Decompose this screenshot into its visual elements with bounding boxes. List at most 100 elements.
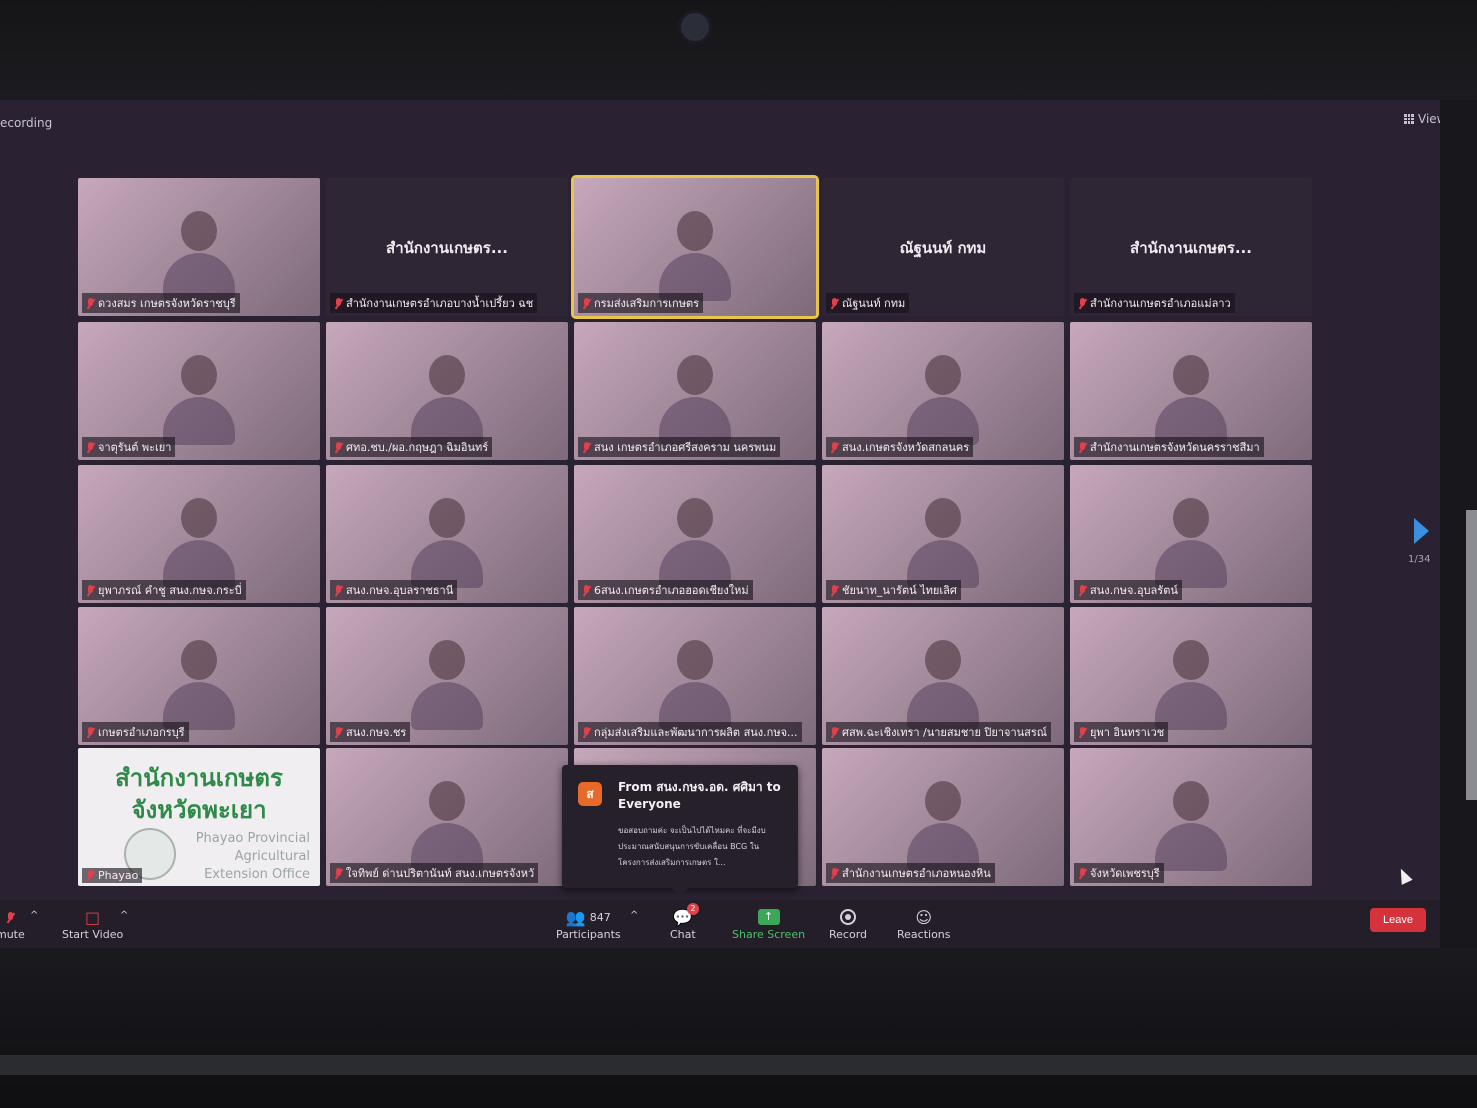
mic-muted-icon <box>86 584 95 596</box>
participant-tile[interactable]: สำนักงานเกษตร... สำนักงานเกษตรอำเภอแม่ลาว <box>1070 178 1312 316</box>
mic-muted-icon <box>830 726 839 738</box>
participant-name: กลุ่มส่งเสริมและพัฒนาการผลิต สนง.กษจ... <box>594 726 798 739</box>
audio-options-caret-icon[interactable]: ^ <box>30 910 38 921</box>
participant-tile[interactable]: สนง.กษจ.ชร <box>326 607 568 745</box>
participant-tile[interactable]: ยุพาภรณ์ คำชู สนง.กษจ.กระบี่ <box>78 465 320 603</box>
mic-muted-icon <box>830 584 839 596</box>
participant-name: จาตุรันต์ พะเยา <box>98 441 172 454</box>
mic-muted-icon <box>1078 867 1087 879</box>
participant-name-label: สำนักงานเกษตรอำเภอบางน้ำเปรี้ยว ฉช <box>330 293 538 313</box>
participant-name: ยุพาภรณ์ คำชู สนง.กษจ.กระบี่ <box>98 584 242 597</box>
participant-name-label: จาตุรันต์ พะเยา <box>82 437 176 457</box>
recording-indicator: ecording <box>0 116 53 130</box>
participant-tile[interactable]: สำนักงานเกษตร จังหวัดพะเยา Phayao Provinci… <box>78 748 320 886</box>
participant-name: สนง เกษตรอำเภอศรีสงคราม นครพนม <box>594 441 777 454</box>
mic-muted-icon <box>6 906 15 928</box>
participant-name: สำนักงานเกษตรจังหวัดนครราชสีมา <box>1090 441 1260 454</box>
participant-tile[interactable]: สำนักงานเกษตร... สำนักงานเกษตรอำเภอบางน้ำ… <box>326 178 568 316</box>
participant-video-frame <box>159 498 239 588</box>
reactions-smiley-icon: ☺ <box>915 907 933 927</box>
chat-notification-popup[interactable]: ส From สนง.กษจ.อด. ศศิมา to Everyone ขอส… <box>562 765 798 896</box>
participant-tile[interactable]: กรมส่งเสริมการเกษตร <box>571 175 819 319</box>
participant-tile[interactable]: ศทอ.ชบ./ผอ.กฤษฎา ฉิมอินทร์ <box>326 322 568 460</box>
chat-label: Chat <box>670 928 696 941</box>
view-button[interactable]: View <box>1404 112 1440 126</box>
participant-name-label: จังหวัดเพชรบุรี <box>1074 863 1164 883</box>
mic-muted-icon <box>334 867 343 879</box>
mic-muted-icon <box>334 441 343 453</box>
record-icon <box>840 909 856 925</box>
participant-video-frame <box>407 781 487 871</box>
participant-name-label: ดวงสมร เกษตรจังหวัดราชบุรี <box>82 293 240 313</box>
participant-name-label: ยุพา อินทราเวช <box>1074 722 1169 742</box>
participant-tile[interactable]: สนง.กษจ.อุบลรัตน์ <box>1070 465 1312 603</box>
chat-sender-avatar: ส <box>578 782 602 806</box>
start-video-button[interactable]: □ Start Video <box>62 906 123 942</box>
phayao-thai-title-line: จังหวัดพะเยา <box>131 796 267 824</box>
participant-tile[interactable]: ศสพ.ฉะเชิงเทรา /นายสมชาย ปิยาจานสรณ์ <box>822 607 1064 745</box>
share-screen-label: Share Screen <box>732 928 806 941</box>
participant-tile[interactable]: สนง.กษจ.อุบลราชธานี <box>326 465 568 603</box>
mic-muted-icon <box>582 584 591 596</box>
record-button[interactable]: Record <box>829 906 867 941</box>
participant-tile[interactable]: ชัยนาท_นารัตน์ ไทยเลิศ <box>822 465 1064 603</box>
share-screen-button[interactable]: ↑ Share Screen <box>732 906 805 941</box>
participants-options-caret-icon[interactable]: ^ <box>630 910 638 921</box>
mic-muted-icon <box>86 726 95 738</box>
mouse-cursor-icon <box>1395 866 1413 885</box>
participant-tile[interactable]: สนง.เกษตรจังหวัดสกลนคร <box>822 322 1064 460</box>
mic-muted-icon <box>86 297 95 309</box>
next-page-arrow-icon[interactable] <box>1414 518 1429 544</box>
participant-video-frame <box>903 640 983 730</box>
participant-video-frame <box>159 640 239 730</box>
participant-tile[interactable]: จังหวัดเพชรบุรี <box>1070 748 1312 886</box>
participants-button[interactable]: 👥 847 Participants <box>556 906 621 942</box>
participant-name: ศทอ.ชบ./ผอ.กฤษฎา ฉิมอินทร์ <box>346 441 489 454</box>
participant-name-label: กรมส่งเสริมการเกษตร <box>578 293 704 313</box>
phayao-english-title: Phayao Provincial Agricultural Extension O… <box>138 830 310 884</box>
mute-button[interactable]: mute <box>0 906 25 941</box>
video-options-caret-icon[interactable]: ^ <box>120 910 128 921</box>
monitor-stand-edge <box>0 1055 1477 1075</box>
mic-muted-icon <box>830 441 839 453</box>
participant-name: เกษตรอำเภอกรบุรี <box>98 726 185 739</box>
participant-name: สนง.กษจ.อุบลราชธานี <box>346 584 454 597</box>
participant-name: ศสพ.ฉะเชิงเทรา /นายสมชาย ปิยาจานสรณ์ <box>842 726 1048 739</box>
chat-button[interactable]: 💬 2 Chat <box>670 903 699 941</box>
mic-muted-icon <box>1078 584 1087 596</box>
participant-name-label: ใจทิพย์ ด่านปริตานันท์ สนง.เกษตรจังหวั <box>330 863 539 883</box>
participant-tile[interactable]: สำนักงานเกษตรจังหวัดนครราชสีมา <box>1070 322 1312 460</box>
phayao-english-title-line: Extension Office <box>204 867 310 882</box>
mic-muted-icon <box>86 441 95 453</box>
participant-name-label: สนง.กษจ.อุบลรัตน์ <box>1074 580 1182 600</box>
participant-tile[interactable]: ใจทิพย์ ด่านปริตานันท์ สนง.เกษตรจังหวั <box>326 748 568 886</box>
participant-video-frame <box>655 211 735 301</box>
participant-tile[interactable]: จาตุรันต์ พะเยา <box>78 322 320 460</box>
background-wall <box>1466 510 1477 800</box>
participant-tile[interactable]: 6สนง.เกษตรอำเภอฮอดเชียงใหม่ <box>574 465 816 603</box>
chat-from-line: From สนง.กษจ.อด. ศศิมา to Everyone <box>618 780 781 811</box>
participant-tile[interactable]: ณัฐนนท์ กทม ณัฐนนท์ กทม <box>822 178 1064 316</box>
participant-tile[interactable]: กลุ่มส่งเสริมและพัฒนาการผลิต สนง.กษจ... <box>574 607 816 745</box>
participant-name-label: สนง เกษตรอำเภอศรีสงคราม นครพนม <box>578 437 781 457</box>
mic-muted-icon <box>86 870 95 881</box>
participant-name: กรมส่งเสริมการเกษตร <box>594 297 700 310</box>
participant-name: สนง.เกษตรจังหวัดสกลนคร <box>842 441 970 454</box>
participant-video-frame <box>903 355 983 445</box>
monitor-bezel-top <box>0 0 1477 100</box>
participant-tile[interactable]: ยุพา อินทราเวช <box>1070 607 1312 745</box>
participant-name: สำนักงานเกษตรอำเภอแม่ลาว <box>1090 297 1231 310</box>
participants-count: 847 <box>589 910 611 924</box>
participant-tile[interactable]: เกษตรอำเภอกรบุรี <box>78 607 320 745</box>
participant-tile[interactable]: สำนักงานเกษตรอำเภอหนองหิน <box>822 748 1064 886</box>
mic-muted-icon <box>334 726 343 738</box>
participant-video-frame <box>407 355 487 445</box>
participant-video-frame <box>655 640 735 730</box>
phayao-thai-title: สำนักงานเกษตร จังหวัดพะเยา <box>78 762 320 826</box>
participant-tile[interactable]: ดวงสมร เกษตรจังหวัดราชบุรี <box>78 178 320 316</box>
participant-name: ดวงสมร เกษตรจังหวัดราชบุรี <box>98 297 236 310</box>
leave-button[interactable]: Leave <box>1370 908 1426 932</box>
mic-muted-icon <box>1078 726 1087 738</box>
reactions-button[interactable]: ☺ Reactions <box>897 906 951 942</box>
participant-tile[interactable]: สนง เกษตรอำเภอศรีสงคราม นครพนม <box>574 322 816 460</box>
